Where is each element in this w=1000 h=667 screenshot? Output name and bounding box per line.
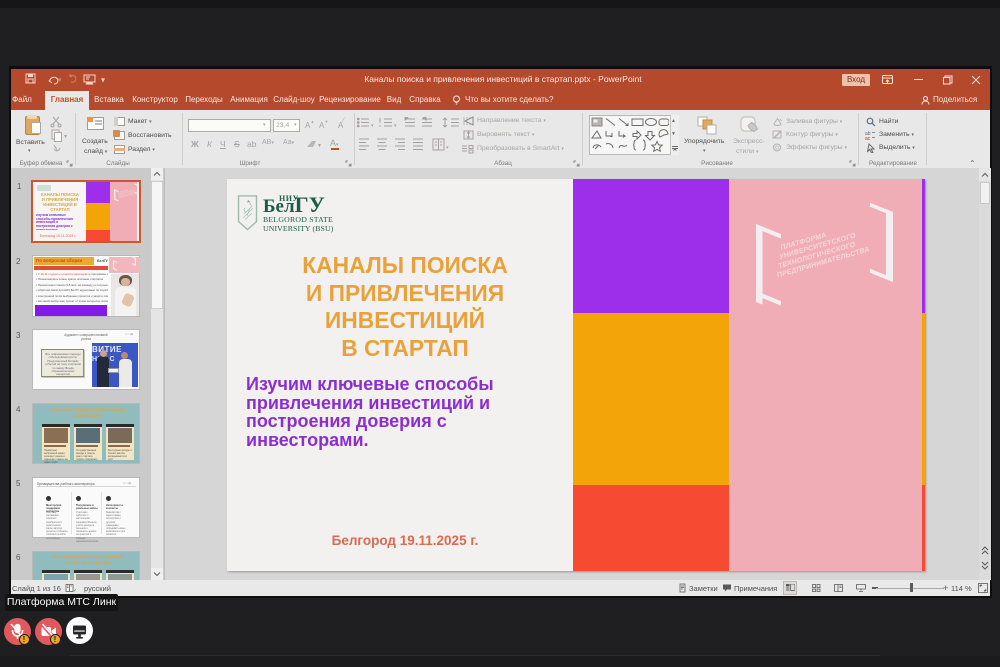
svg-text:▾: ▾ xyxy=(64,134,67,140)
svg-text:▾: ▾ xyxy=(58,77,62,84)
svg-text:▾: ▾ xyxy=(446,145,449,151)
svg-text:▾: ▾ xyxy=(101,76,105,85)
svg-text:ac: ac xyxy=(865,136,871,140)
svg-text:▾: ▾ xyxy=(394,123,397,129)
svg-text:▾: ▾ xyxy=(318,143,321,149)
svg-text:▾: ▾ xyxy=(371,123,374,129)
svg-text:✓: ✓ xyxy=(73,588,76,593)
